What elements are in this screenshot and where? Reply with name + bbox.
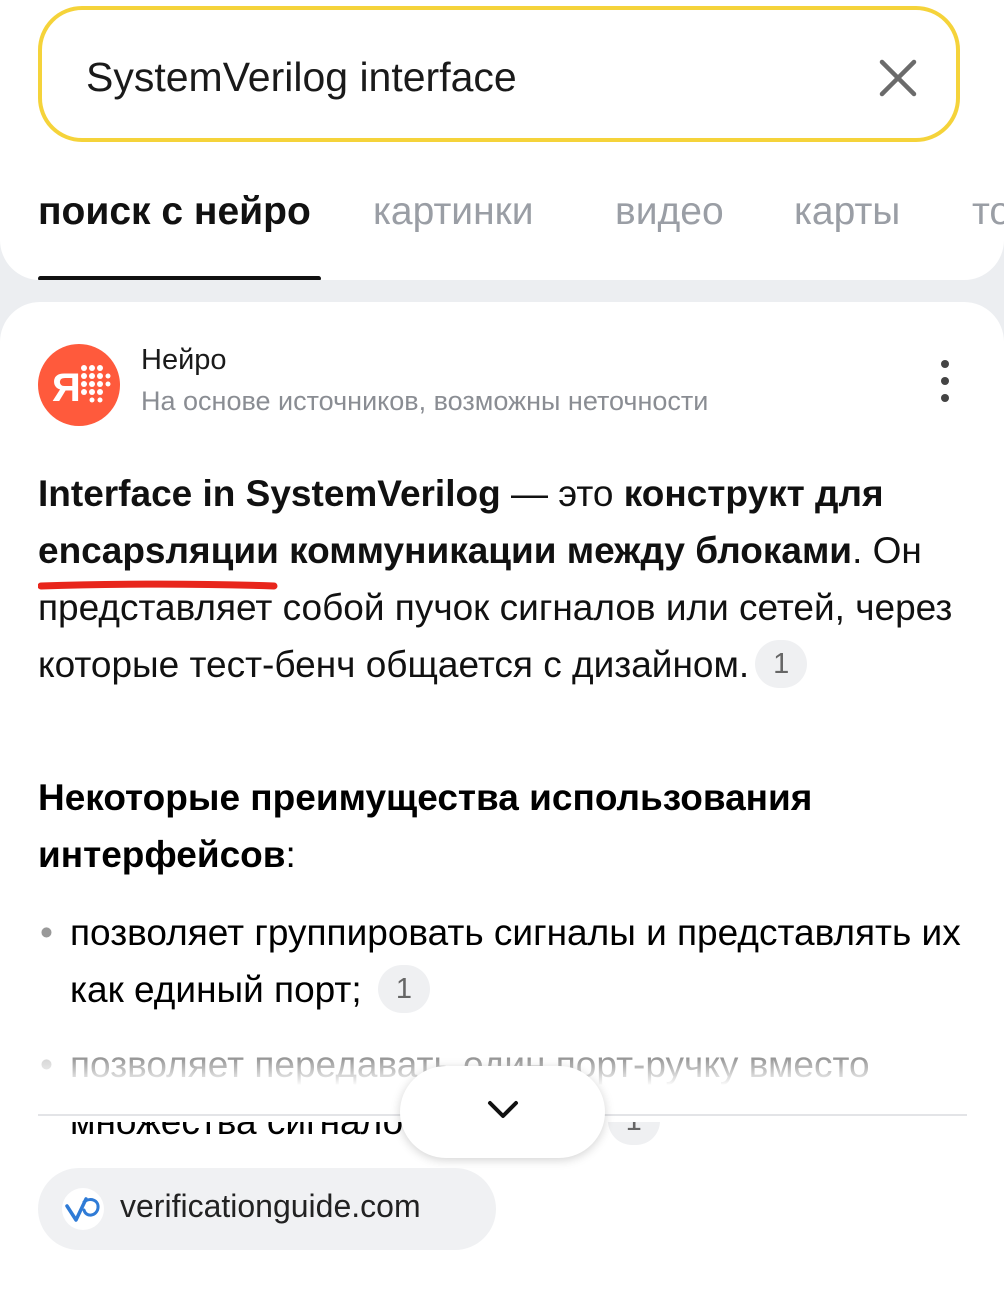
source-domain: verificationguide.com <box>120 1188 421 1224</box>
neuro-disclaimer: На основе источников, возможны неточност… <box>141 386 709 416</box>
active-tab-indicator <box>38 276 321 280</box>
tab-images[interactable]: картинки <box>373 190 533 234</box>
verificationguide-favicon <box>62 1188 104 1230</box>
more-options-button[interactable] <box>930 360 960 410</box>
answer-term: Interface in SystemVerilog <box>38 473 501 514</box>
citation-badge[interactable]: 1 <box>377 965 430 1014</box>
neuro-answer-card: Я Нейро На основе источников, возможны н… <box>0 302 1004 1302</box>
search-input[interactable]: SystemVerilog interface <box>86 54 517 101</box>
source-link[interactable]: verificationguide.com <box>38 1168 496 1250</box>
clear-search-button[interactable] <box>868 48 928 108</box>
list-item: • позволяет группировать сигналы и предс… <box>38 904 968 1018</box>
search-tabs: поиск с нейро картинки видео карты то <box>0 180 1004 280</box>
more-vertical-icon <box>941 360 949 368</box>
chevron-down-icon <box>488 1101 518 1118</box>
tab-video[interactable]: видео <box>615 190 724 234</box>
close-icon <box>879 59 917 97</box>
benefits-heading: Некоторые преимущества использования инт… <box>38 777 813 875</box>
tab-more[interactable]: то <box>972 190 1004 234</box>
tab-neuro-search[interactable]: поиск с нейро <box>38 190 311 234</box>
neuro-title: Нейро <box>141 344 227 376</box>
search-box[interactable]: SystemVerilog interface <box>38 6 960 142</box>
ya-neuro-logo: Я <box>38 344 120 426</box>
expand-answer-button[interactable] <box>400 1066 605 1158</box>
citation-badge[interactable]: 1 <box>755 640 808 689</box>
svg-text:Я: Я <box>52 366 81 410</box>
tab-maps[interactable]: карты <box>794 190 900 234</box>
red-underline-annotation <box>38 580 278 590</box>
